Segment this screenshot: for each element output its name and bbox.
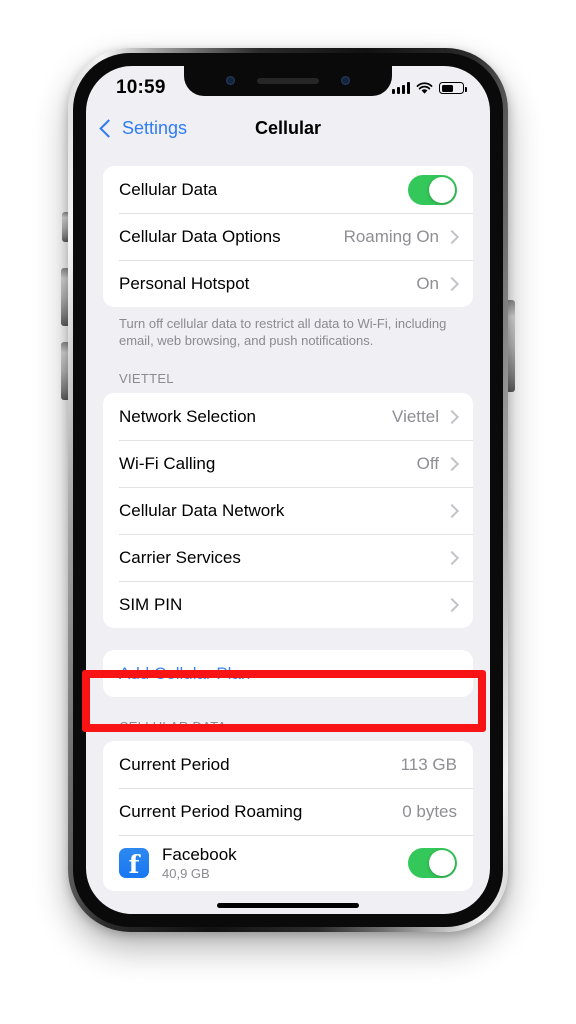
row-label: Cellular Data Options [119, 226, 281, 246]
chevron-left-icon [99, 118, 118, 138]
chevron-right-icon [444, 409, 460, 424]
facebook-glyph: f [128, 850, 140, 879]
settings-list: Cellular Data Cellular Data Options Roam… [86, 150, 490, 892]
add-cellular-plan-group: Add Cellular Plan [103, 650, 473, 698]
iphone-device-frame: 10:59 Settings Cellular Cellular Data Ce… [68, 48, 508, 932]
cellular-data-toggle[interactable] [408, 174, 457, 205]
row-cellular-data-options[interactable]: Cellular Data Options Roaming On [103, 213, 473, 260]
row-label: Personal Hotspot [119, 273, 250, 293]
phone-screen: 10:59 Settings Cellular Cellular Data Ce… [86, 66, 490, 914]
chevron-right-icon [444, 276, 460, 291]
navigation-bar: Settings Cellular [86, 106, 490, 150]
row-label: Cellular Data Network [119, 500, 285, 520]
row-personal-hotspot[interactable]: Personal Hotspot On [103, 260, 473, 307]
device-bezel: 10:59 Settings Cellular Cellular Data Ce… [73, 53, 503, 927]
row-value: On [416, 273, 439, 293]
row-value: Viettel [392, 406, 439, 426]
row-add-cellular-plan[interactable]: Add Cellular Plan [103, 650, 473, 697]
row-carrier-services[interactable]: Carrier Services [103, 534, 473, 581]
row-sim-pin[interactable]: SIM PIN [103, 581, 473, 628]
row-cellular-data-network[interactable]: Cellular Data Network [103, 487, 473, 534]
row-wifi-calling[interactable]: Wi-Fi Calling Off [103, 440, 473, 487]
row-label: Wi-Fi Calling [119, 453, 216, 473]
cellular-data-usage-group: Current Period 113 GB Current Period Roa… [103, 741, 473, 892]
facebook-icon: f [119, 848, 149, 879]
facebook-cellular-toggle[interactable] [408, 848, 457, 879]
row-value: Roaming On [343, 226, 439, 246]
row-cellular-data[interactable]: Cellular Data [103, 166, 473, 213]
row-label: Current Period Roaming [119, 801, 303, 821]
row-app-facebook[interactable]: f Facebook 40,9 GB [103, 835, 473, 891]
battery-icon [439, 82, 467, 94]
status-bar-time: 10:59 [116, 77, 166, 98]
carrier-settings-group: Network Selection Viettel Wi-Fi Calling … [103, 393, 473, 629]
row-current-period-roaming: Current Period Roaming 0 bytes [103, 788, 473, 835]
home-indicator[interactable] [217, 903, 359, 908]
add-cellular-plan-label: Add Cellular Plan [119, 663, 251, 683]
chevron-right-icon [444, 550, 460, 565]
app-data-usage: 40,9 GB [162, 866, 210, 882]
row-label: SIM PIN [119, 594, 183, 614]
chevron-right-icon [444, 229, 460, 244]
row-label: Current Period [119, 754, 230, 774]
chevron-right-icon [444, 597, 460, 612]
power-button[interactable] [507, 300, 515, 392]
status-bar-icons [392, 81, 484, 95]
cellular-data-footnote: Turn off cellular data to restrict all d… [119, 316, 447, 349]
carrier-section-header: VIETTEL [119, 371, 174, 387]
wifi-icon [416, 81, 433, 94]
row-value: 113 GB [400, 754, 457, 774]
cellular-signal-icon [392, 82, 410, 94]
cellular-data-usage-header: CELLULAR DATA [119, 719, 227, 735]
back-button-label: Settings [122, 117, 188, 138]
cellular-data-group: Cellular Data Cellular Data Options Roam… [103, 166, 473, 307]
app-info: Facebook 40,9 GB [162, 845, 408, 881]
row-network-selection[interactable]: Network Selection Viettel [103, 393, 473, 440]
chevron-right-icon [444, 456, 460, 471]
row-value: Off [416, 453, 439, 473]
back-button[interactable]: Settings [99, 117, 188, 139]
row-label: Cellular Data [119, 179, 218, 199]
row-value: 0 bytes [402, 801, 457, 821]
chevron-right-icon [444, 503, 460, 518]
row-label: Network Selection [119, 406, 257, 426]
row-label: Carrier Services [119, 547, 241, 567]
status-bar: 10:59 [86, 66, 490, 106]
app-name: Facebook [162, 845, 237, 865]
row-current-period: Current Period 113 GB [103, 741, 473, 788]
